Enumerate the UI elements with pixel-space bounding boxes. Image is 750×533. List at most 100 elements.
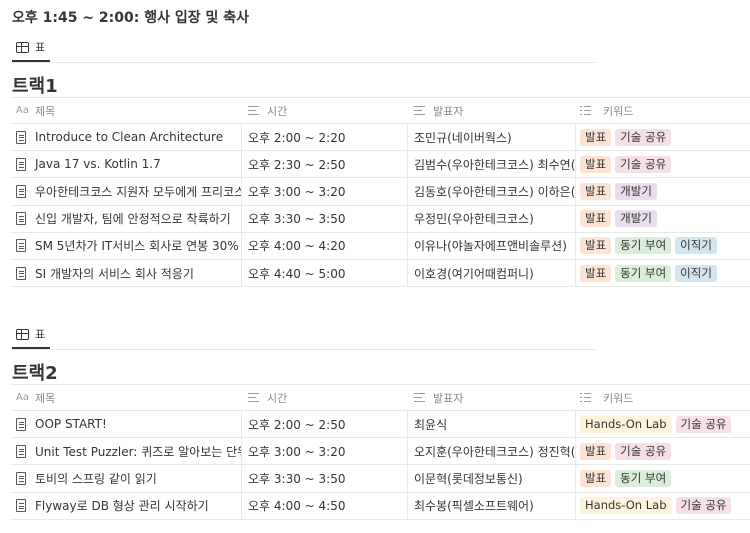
- keywords-cell[interactable]: 발표 동기 부여: [576, 465, 750, 491]
- section-title: 오후 1:45 ~ 2:00: 행사 입장 및 축사: [12, 10, 250, 26]
- page-icon: [16, 266, 26, 280]
- keywords-cell[interactable]: 발표 기술 공유: [576, 124, 750, 150]
- speaker-cell[interactable]: 이유나(야놀자에프앤비솔루션): [408, 232, 576, 259]
- speaker-cell[interactable]: 최윤식: [408, 411, 576, 438]
- table-view-label: 표: [35, 328, 46, 341]
- table-row[interactable]: SM 5년차가 IT서비스 회사로 연봉 30% 인상하기 오후 4:00 ~ 4…: [10, 232, 750, 260]
- time-cell[interactable]: 오후 4:00 ~ 4:20: [242, 232, 408, 259]
- table-row[interactable]: Unit Test Puzzler: 퀴즈로 알아보는 단위 테스트 오후 3:0…: [10, 438, 750, 466]
- keywords-cell[interactable]: 발표 개발기: [576, 206, 750, 232]
- table-view-tab-1[interactable]: 표: [12, 33, 45, 61]
- speaker-cell[interactable]: 조민규(네이버웍스): [408, 124, 576, 151]
- time-cell[interactable]: 오후 2:30 ~ 2:50: [242, 151, 408, 178]
- time-cell[interactable]: 오후 3:30 ~ 3:50: [242, 465, 408, 492]
- column-header-title[interactable]: Aa 제목: [10, 98, 242, 123]
- table-row[interactable]: OOP START! 오후 2:00 ~ 2:50 최윤식 Hands-On Lab 기…: [10, 411, 750, 439]
- speaker-cell[interactable]: 이문혁(롯데정보통신): [408, 465, 576, 492]
- table-row[interactable]: Introduce to Clean Architecture 오후 2:00 ~…: [10, 124, 750, 152]
- keywords-cell[interactable]: 발표 동기 부여 이직기: [576, 260, 750, 286]
- keywords-cell[interactable]: Hands-On Lab 기술 공유: [576, 411, 750, 437]
- row-time: 오후 3:30 ~ 3:50: [248, 471, 346, 486]
- keyword-tag: 동기 부여: [615, 264, 672, 282]
- speaker-cell[interactable]: 김동호(우아한테크코스) 이하은(우아: [408, 178, 576, 205]
- multi-select-icon: [580, 393, 591, 402]
- keyword-tag: 동기 부여: [615, 237, 672, 255]
- keyword-tag: 발표: [580, 155, 612, 173]
- keyword-tag: 기술 공유: [615, 128, 672, 146]
- title-cell[interactable]: Java 17 vs. Kotlin 1.7: [10, 151, 242, 178]
- title-cell[interactable]: Unit Test Puzzler: 퀴즈로 알아보는 단위 테스트: [10, 438, 242, 465]
- table-row[interactable]: 우아한테크코스 지원자 모두에게 프리코스 기회를 오후 3:00 ~ 3:20 김…: [10, 178, 750, 206]
- table-icon: [16, 41, 29, 53]
- title-cell[interactable]: Introduce to Clean Architecture: [10, 124, 242, 151]
- table-row[interactable]: 신입 개발자, 팀에 안정적으로 착륙하기 오후 3:30 ~ 3:50 우정민(우…: [10, 205, 750, 233]
- time-cell[interactable]: 오후 3:00 ~ 3:20: [242, 178, 408, 205]
- title-cell[interactable]: Flyway로 DB 형상 관리 시작하기: [10, 492, 242, 519]
- table-title-track1: 트랙1: [12, 76, 58, 97]
- keyword-tag: Hands-On Lab: [580, 415, 672, 433]
- text-lines-icon: [248, 393, 259, 402]
- column-header-speaker[interactable]: 발표자: [408, 98, 576, 123]
- page-icon: [16, 239, 26, 253]
- keyword-tag: 기술 공유: [615, 155, 672, 173]
- column-header-speaker[interactable]: 발표자: [408, 385, 576, 410]
- title-cell[interactable]: SM 5년차가 IT서비스 회사로 연봉 30% 인상하기: [10, 232, 242, 259]
- time-cell[interactable]: 오후 2:00 ~ 2:20: [242, 124, 408, 151]
- time-cell[interactable]: 오후 3:00 ~ 3:20: [242, 438, 408, 465]
- speaker-cell[interactable]: 최수봉(픽셀소프트웨어): [408, 492, 576, 519]
- keyword-tag: 기술 공유: [675, 497, 732, 515]
- row-speaker: 이문혁(롯데정보통신): [414, 471, 523, 486]
- table-view-tab-2[interactable]: 표: [12, 320, 45, 348]
- title-cell[interactable]: 우아한테크코스 지원자 모두에게 프리코스 기회를: [10, 178, 242, 205]
- table-row[interactable]: 토비의 스프링 같이 읽기 오후 3:30 ~ 3:50 이문혁(롯데정보통신) 발표…: [10, 465, 750, 493]
- row-time: 오후 4:00 ~ 4:50: [248, 499, 346, 514]
- keywords-cell[interactable]: 발표 기술 공유: [576, 438, 750, 464]
- time-cell[interactable]: 오후 4:00 ~ 4:50: [242, 492, 408, 519]
- table-row[interactable]: Flyway로 DB 형상 관리 시작하기 오후 4:00 ~ 4:50 최수봉(픽…: [10, 492, 750, 520]
- row-time: 오후 2:00 ~ 2:50: [248, 417, 346, 432]
- time-cell[interactable]: 오후 4:40 ~ 5:00: [242, 259, 408, 287]
- keywords-cell[interactable]: 발표 개발기: [576, 178, 750, 204]
- keyword-tag: 동기 부여: [615, 469, 672, 487]
- page-icon: [16, 471, 26, 485]
- table-row[interactable]: SI 개발자의 서비스 회사 적응기 오후 4:40 ~ 5:00 이호경(여기어때…: [10, 259, 750, 288]
- title-cell[interactable]: OOP START!: [10, 411, 242, 438]
- page-icon: [16, 499, 26, 513]
- tab-divider: [12, 62, 596, 63]
- row-speaker: 최수봉(픽셀소프트웨어): [414, 499, 534, 514]
- row-time: 오후 4:00 ~ 4:20: [248, 239, 346, 254]
- page-icon: [16, 130, 26, 144]
- keywords-cell[interactable]: 발표 동기 부여 이직기: [576, 233, 750, 259]
- time-cell[interactable]: 오후 2:00 ~ 2:50: [242, 411, 408, 438]
- title-cell[interactable]: SI 개발자의 서비스 회사 적응기: [10, 259, 242, 287]
- speaker-cell[interactable]: 이호경(여기어때컴퍼니): [408, 259, 576, 287]
- column-header-time[interactable]: 시간: [242, 385, 408, 410]
- column-header-keywords[interactable]: 키워드: [576, 98, 750, 123]
- column-header-time[interactable]: 시간: [242, 98, 408, 123]
- title-cell[interactable]: 토비의 스프링 같이 읽기: [10, 465, 242, 492]
- keyword-tag: 발표: [580, 442, 612, 460]
- speaker-cell[interactable]: 우정민(우아한테크코스): [408, 205, 576, 232]
- keyword-tag: 이직기: [675, 264, 717, 282]
- table-row[interactable]: Java 17 vs. Kotlin 1.7 오후 2:30 ~ 2:50 김범수(…: [10, 151, 750, 179]
- row-speaker: 김동호(우아한테크코스) 이하은(우아: [414, 184, 576, 199]
- keywords-cell[interactable]: 발표 기술 공유: [576, 151, 750, 177]
- row-speaker: 조민규(네이버웍스): [414, 130, 512, 145]
- speaker-cell[interactable]: 김범수(우아한테크코스) 최수연(우아: [408, 151, 576, 178]
- table-header: Aa 제목 시간 발표자 키워드: [10, 384, 750, 411]
- keywords-cell[interactable]: Hands-On Lab 기술 공유: [576, 493, 750, 519]
- page-icon: [16, 212, 26, 226]
- time-cell[interactable]: 오후 3:30 ~ 3:50: [242, 205, 408, 232]
- keyword-tag: 발표: [580, 264, 612, 282]
- column-header-keywords[interactable]: 키워드: [576, 385, 750, 410]
- keyword-tag: 발표: [580, 237, 612, 255]
- row-speaker: 우정민(우아한테크코스): [414, 212, 534, 227]
- speaker-cell[interactable]: 오지훈(우아한테크코스) 정진혁(우아: [408, 438, 576, 465]
- tab-divider: [12, 349, 596, 350]
- row-time: 오후 2:00 ~ 2:20: [248, 130, 346, 145]
- text-lines-icon: [414, 393, 425, 402]
- row-title: 우아한테크코스 지원자 모두에게 프리코스 기회를: [35, 184, 242, 199]
- column-header-title[interactable]: Aa 제목: [10, 385, 242, 410]
- keyword-tag: 발표: [580, 182, 612, 200]
- title-cell[interactable]: 신입 개발자, 팀에 안정적으로 착륙하기: [10, 205, 242, 232]
